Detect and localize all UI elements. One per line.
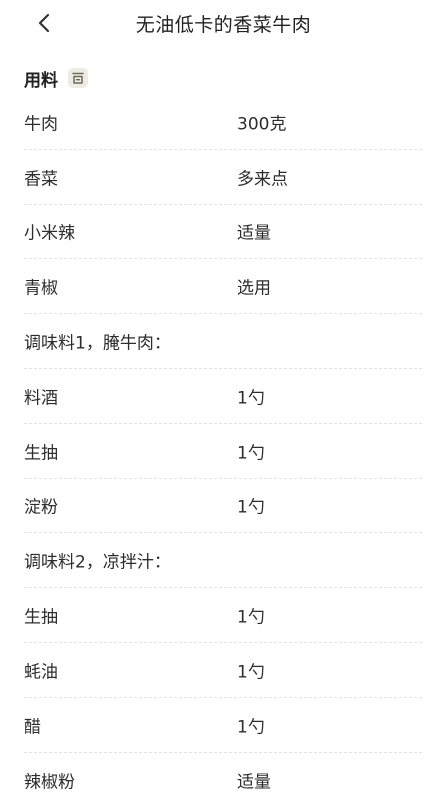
recipe-scale-icon[interactable] xyxy=(68,68,88,88)
ingredient-name: 青椒 xyxy=(24,278,58,299)
ingredient-list: 牛肉 300克 香菜 多来点 小米辣 适量 青椒 选用 调味料1，腌牛肉： 料酒… xyxy=(24,95,422,807)
ingredient-row: 生抽 1勺 xyxy=(24,424,422,479)
ingredients-header: 用料 xyxy=(24,66,88,91)
ingredients-section-title: 用料 xyxy=(24,70,58,91)
ingredient-amount: 1勺 xyxy=(237,717,265,738)
ingredient-amount: 1勺 xyxy=(237,388,265,409)
top-nav-bar: 无油低卡的香菜牛肉 xyxy=(0,0,447,44)
ingredient-row: 生抽 1勺 xyxy=(24,588,422,643)
ingredient-name: 淀粉 xyxy=(24,497,58,518)
ingredient-row: 蚝油 1勺 xyxy=(24,643,422,698)
ingredient-row: 小米辣 适量 xyxy=(24,205,422,260)
ingredient-row: 香菜 多来点 xyxy=(24,150,422,205)
ingredient-amount: 300克 xyxy=(237,114,287,135)
scale-glyph-icon xyxy=(72,72,84,84)
ingredient-row: 青椒 选用 xyxy=(24,259,422,315)
ingredient-name: 醋 xyxy=(24,717,41,738)
ingredient-name: 料酒 xyxy=(24,388,58,409)
ingredient-row: 料酒 1勺 xyxy=(24,369,422,424)
ingredient-row: 淀粉 1勺 xyxy=(24,479,422,534)
page-title: 无油低卡的香菜牛肉 xyxy=(135,14,312,36)
ingredient-amount: 多来点 xyxy=(237,169,288,190)
ingredient-name: 香菜 xyxy=(24,169,58,190)
ingredient-row: 醋 1勺 xyxy=(24,698,422,753)
seasoning-group-label: 调味料1，腌牛肉： xyxy=(24,333,171,354)
ingredient-amount: 选用 xyxy=(237,278,271,299)
ingredient-amount: 1勺 xyxy=(237,607,265,628)
ingredient-amount: 1勺 xyxy=(237,443,265,464)
seasoning-group-label: 调味料2，凉拌汁： xyxy=(24,552,171,573)
ingredient-name: 生抽 xyxy=(24,607,58,628)
ingredient-row: 牛肉 300克 xyxy=(24,95,422,150)
ingredient-amount: 1勺 xyxy=(237,497,265,518)
ingredient-name: 小米辣 xyxy=(24,223,75,244)
ingredient-name: 辣椒粉 xyxy=(24,772,75,793)
ingredient-amount: 1勺 xyxy=(237,662,265,683)
ingredient-amount: 适量 xyxy=(237,772,271,793)
seasoning-group-heading: 调味料2，凉拌汁： xyxy=(24,533,422,589)
seasoning-group-heading: 调味料1，腌牛肉： xyxy=(24,314,422,369)
ingredient-row: 辣椒粉 适量 xyxy=(24,753,422,807)
ingredient-amount: 适量 xyxy=(237,223,271,244)
ingredient-name: 蚝油 xyxy=(24,662,58,683)
ingredient-name: 牛肉 xyxy=(24,114,58,135)
ingredient-name: 生抽 xyxy=(24,443,58,464)
